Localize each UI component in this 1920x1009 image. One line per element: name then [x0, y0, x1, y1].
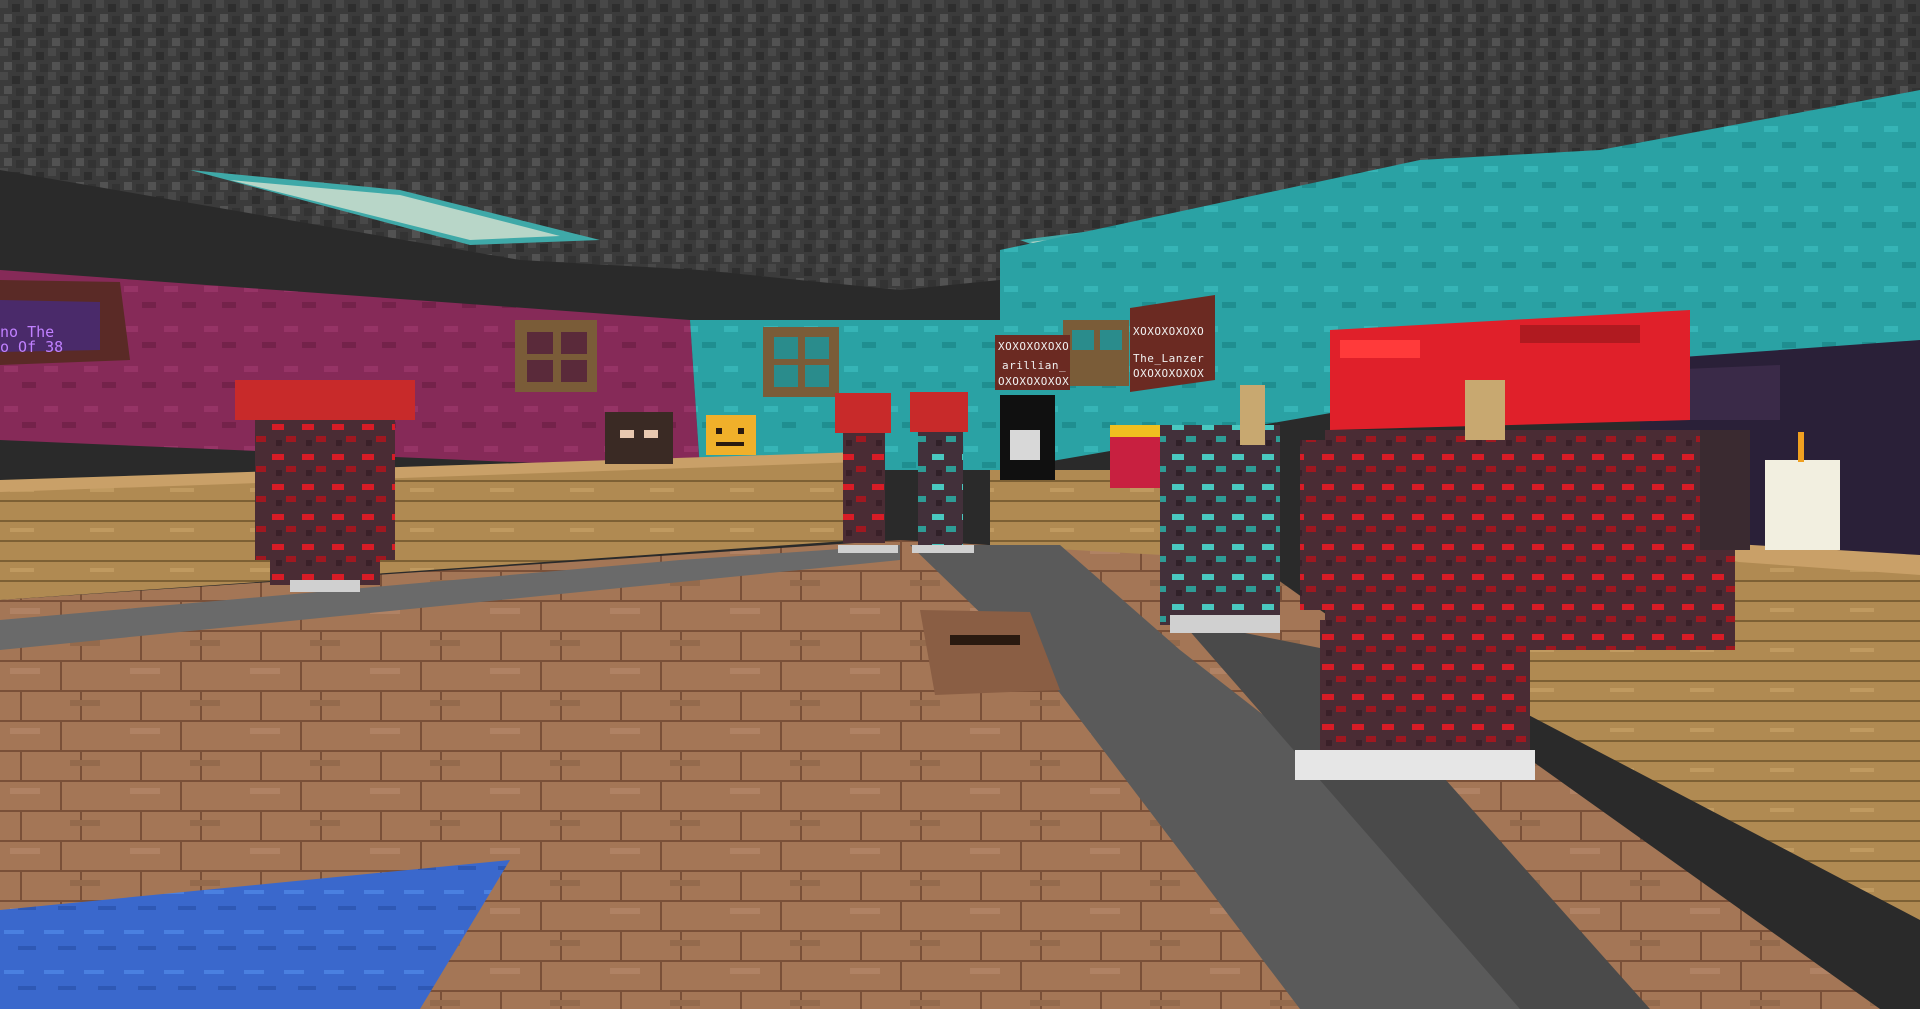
sign-center-line1: XOXOXOXOXO [998, 340, 1069, 353]
sign-center[interactable]: XOXOXOXOXO arillian_ OXOXOXOXOX [998, 340, 1069, 388]
sign-left-wall[interactable]: no The o Of 38 [0, 323, 63, 356]
sign-right[interactable]: XOXOXOXOXO The_Lanzer OXOXOXOXOX [1133, 325, 1204, 380]
sign-right-line3: OXOXOXOXOX [1133, 367, 1204, 380]
sign-right-line1: XOXOXOXOXO [1133, 325, 1204, 338]
armor-stand-center-right[interactable] [910, 392, 974, 553]
sign-left-wall-line2: o Of 38 [0, 338, 63, 356]
game-viewport[interactable]: no The o Of 38 XOXOXOXOXO arillian_ OXOX… [0, 0, 1920, 1009]
sign-center-line2: arillian_ [1002, 359, 1066, 372]
world-render: no The o Of 38 XOXOXOXOXO arillian_ OXOX… [0, 0, 1920, 1009]
sign-center-line3: OXOXOXOXOX [998, 375, 1069, 388]
armor-stand-center-left[interactable] [835, 393, 898, 553]
sign-right-line2: The_Lanzer [1133, 352, 1204, 365]
